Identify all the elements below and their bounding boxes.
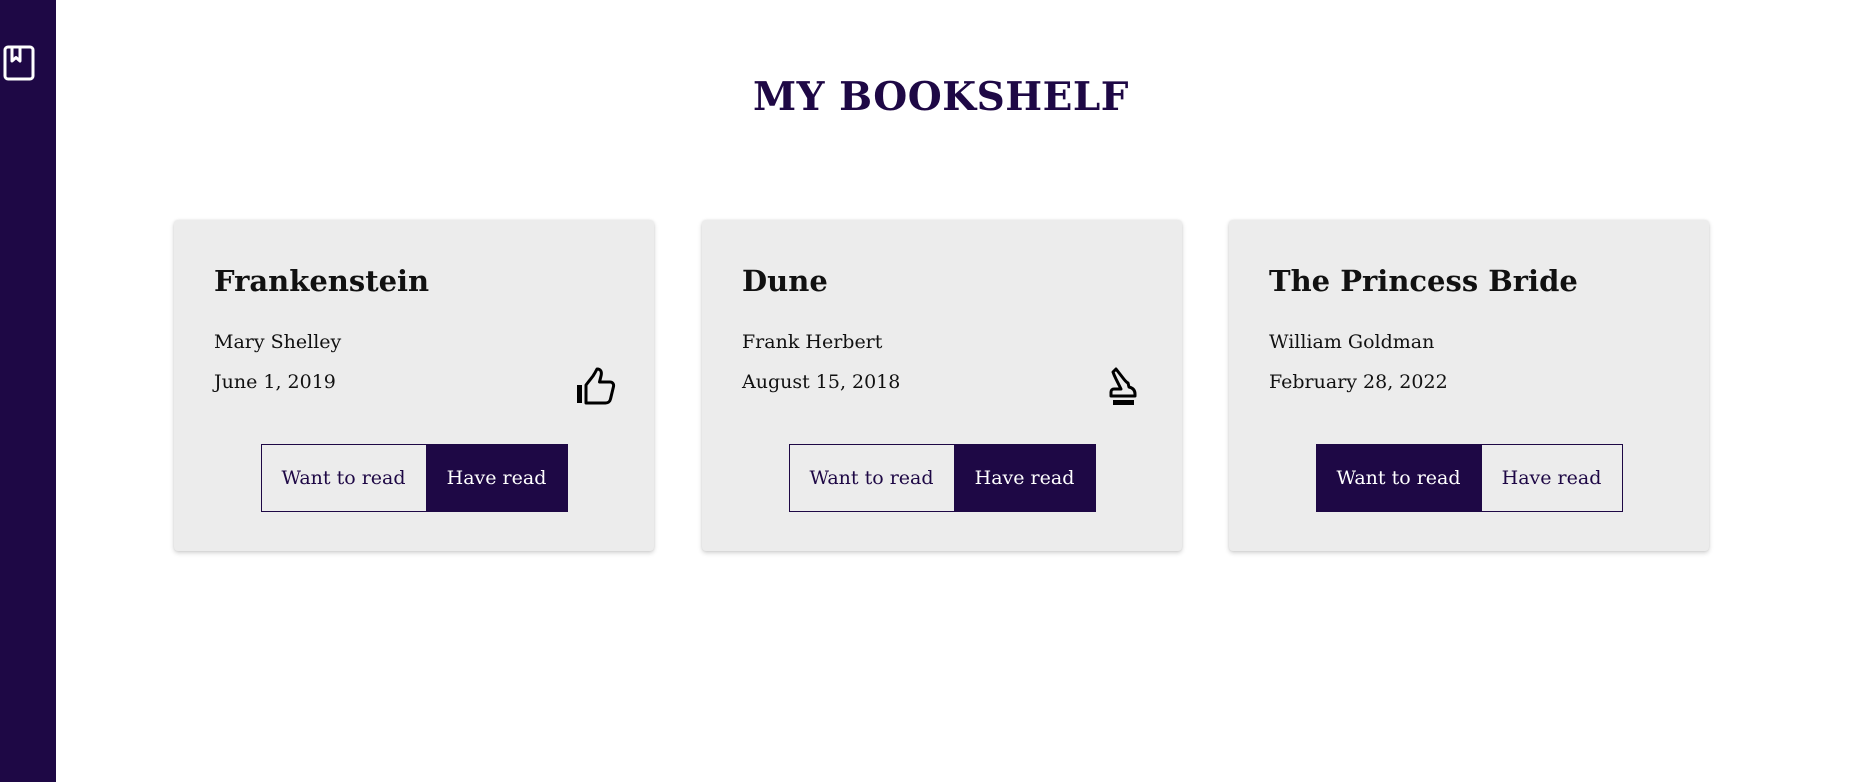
book-card: Dune Frank Herbert August 15, 2018 Want … bbox=[702, 220, 1182, 551]
read-status-toggle: Want to read Have read bbox=[702, 444, 1182, 512]
want-to-read-button[interactable]: Want to read bbox=[788, 444, 955, 512]
have-read-button[interactable]: Have read bbox=[954, 444, 1096, 512]
sidebar bbox=[0, 0, 56, 782]
main-content: MY BOOKSHELF Frankenstein Mary Shelley J… bbox=[56, 0, 1875, 782]
book-card: Frankenstein Mary Shelley June 1, 2019 W… bbox=[174, 220, 654, 551]
book-date: February 28, 2022 bbox=[1269, 371, 1448, 393]
book-author: Frank Herbert bbox=[742, 331, 883, 353]
book-card: The Princess Bride William Goldman Febru… bbox=[1229, 220, 1709, 551]
thumbs-down-icon[interactable] bbox=[1102, 366, 1144, 408]
book-author: Mary Shelley bbox=[214, 331, 342, 353]
bookmark-icon[interactable] bbox=[2, 44, 36, 82]
book-date: June 1, 2019 bbox=[214, 371, 336, 393]
thumbs-up-icon[interactable] bbox=[574, 366, 616, 408]
want-to-read-button[interactable]: Want to read bbox=[1315, 444, 1482, 512]
book-author: William Goldman bbox=[1269, 331, 1435, 353]
have-read-button[interactable]: Have read bbox=[426, 444, 568, 512]
want-to-read-button[interactable]: Want to read bbox=[260, 444, 427, 512]
book-title: Frankenstein bbox=[214, 264, 430, 298]
read-status-toggle: Want to read Have read bbox=[1229, 444, 1709, 512]
book-title: Dune bbox=[742, 264, 828, 298]
book-title: The Princess Bride bbox=[1269, 264, 1578, 298]
book-date: August 15, 2018 bbox=[742, 371, 901, 393]
page-title: MY BOOKSHELF bbox=[753, 74, 1129, 120]
have-read-button[interactable]: Have read bbox=[1481, 444, 1623, 512]
read-status-toggle: Want to read Have read bbox=[174, 444, 654, 512]
